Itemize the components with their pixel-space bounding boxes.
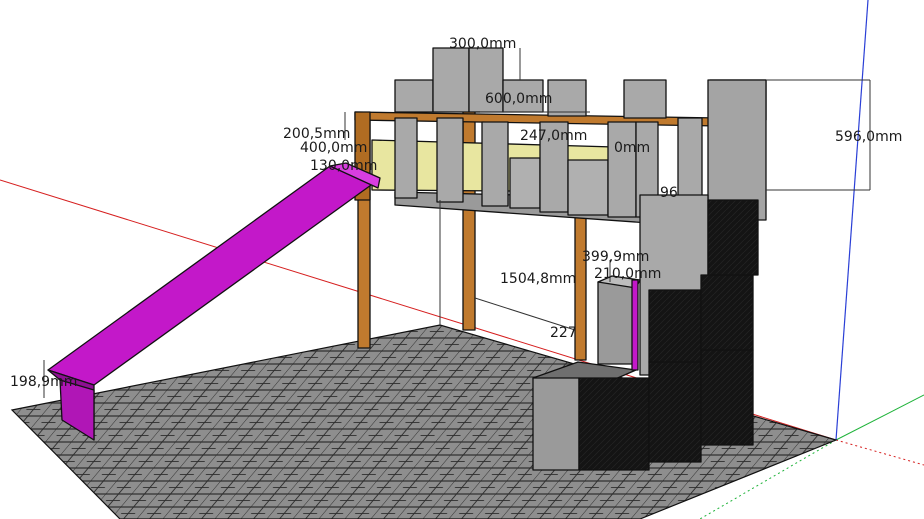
cube-black-top bbox=[707, 199, 759, 276]
dim-label-96: 96 bbox=[660, 185, 678, 201]
dim-label-596: 596,0mm bbox=[835, 129, 902, 145]
dim-label-600: 600,0mm bbox=[485, 91, 552, 107]
cube-black-low-3 bbox=[700, 349, 754, 446]
cube-black-mid-2 bbox=[700, 274, 754, 351]
dim-label-247: 247,0mm bbox=[520, 128, 587, 144]
dim-label-130: 130,0mm bbox=[310, 158, 377, 174]
merlon bbox=[607, 121, 637, 218]
post-middle bbox=[462, 107, 476, 331]
merlon bbox=[394, 117, 418, 199]
dim-label-0mm: 0mm bbox=[614, 140, 650, 156]
dim-label-300: 300,0mm bbox=[449, 36, 516, 52]
dim-label-400: 400,0mm bbox=[300, 140, 367, 156]
red-axis-dotted bbox=[835, 439, 924, 466]
dim-label-1504: 1504,8mm bbox=[500, 271, 576, 287]
cube-black-low-2 bbox=[648, 361, 702, 463]
ladder-rail bbox=[631, 279, 639, 371]
dim-label-399: 399,9mm bbox=[582, 249, 649, 265]
merlon bbox=[567, 159, 609, 216]
dim-label-227: 227 bbox=[550, 325, 577, 341]
merlon bbox=[509, 157, 541, 209]
green-axis bbox=[835, 394, 924, 441]
merlon bbox=[481, 121, 509, 207]
cube-black-low-front bbox=[578, 377, 650, 471]
dim-label-210: 210,0mm bbox=[594, 266, 661, 282]
blue-axis bbox=[835, 0, 869, 441]
merlon bbox=[436, 117, 464, 203]
tower bbox=[707, 79, 767, 221]
cube-grey-small bbox=[597, 281, 637, 365]
dim-label-198: 198,9mm bbox=[10, 374, 77, 390]
cube-black-mid-1 bbox=[648, 289, 702, 363]
cube-grey-low bbox=[532, 377, 580, 471]
sketchup-viewport[interactable]: 300,0mm 600,0mm 200,5mm 400,0mm 130,0mm … bbox=[0, 0, 924, 519]
